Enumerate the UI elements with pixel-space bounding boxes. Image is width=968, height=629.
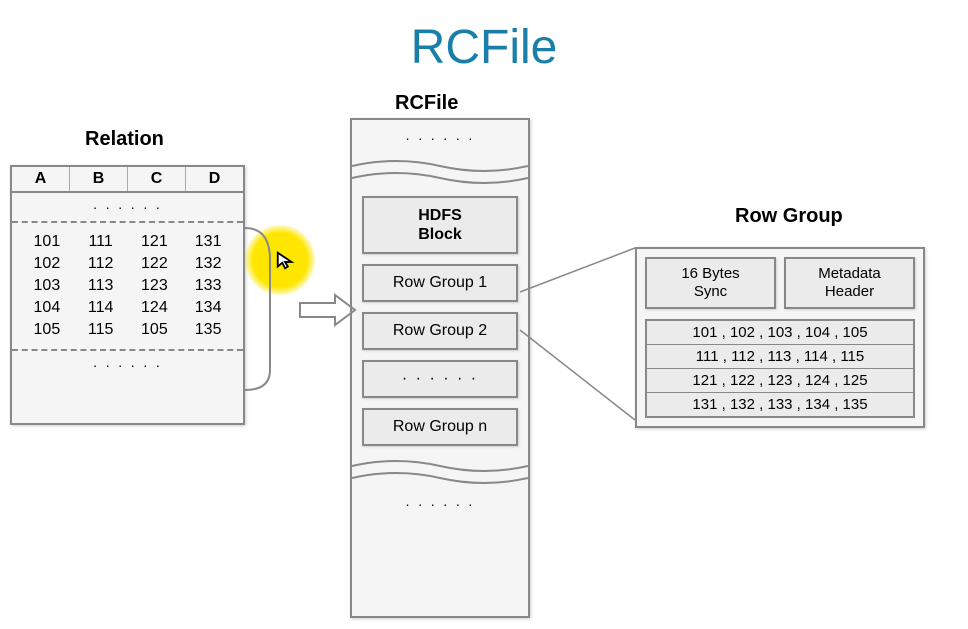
rowgroup-data-row: 111 , 112 , 113 , 114 , 115 [647,345,913,369]
page-title: RCFile [411,20,558,75]
rowgroup-data-row: 131 , 132 , 133 , 134 , 135 [647,393,913,416]
relation-header-cell: C [128,167,186,191]
sync-cell: 16 Bytes Sync [645,257,776,309]
rowgroup-box: 16 Bytes Sync Metadata Header 101 , 102 … [635,247,925,428]
wave-divider-top [352,156,528,186]
table-row: 102 112 122 132 [20,253,235,275]
rowgroup-data-row: 121 , 122 , 123 , 124 , 125 [647,369,913,393]
rowgroup-data-table: 101 , 102 , 103 , 104 , 105 111 , 112 , … [645,319,915,418]
table-row: 105 115 105 135 [20,319,235,341]
relation-dots-top: · · · · · · [12,193,243,221]
relation-box: A B C D · · · · · · 101 111 121 131 102 … [10,165,245,425]
rowgroup-data-row: 101 , 102 , 103 , 104 , 105 [647,321,913,345]
rcfile-dots-bottom: · · · · · · [352,486,528,522]
row-group-1: Row Group 1 [362,264,518,302]
table-row: 104 114 124 134 [20,297,235,319]
rcfile-box: · · · · · · HDFS Block Row Group 1 Row G… [350,118,530,618]
relation-dots-bottom: · · · · · · [12,351,243,379]
rcfile-dots-top: · · · · · · [352,120,528,156]
row-group-n: Row Group n [362,408,518,446]
relation-header-cell: B [70,167,128,191]
relation-data: 101 111 121 131 102 112 122 132 103 113 … [12,223,243,349]
table-row: 103 113 123 133 [20,275,235,297]
rcfile-content: HDFS Block Row Group 1 Row Group 2 · · ·… [352,186,528,456]
relation-header-row: A B C D [12,167,243,193]
row-group-2: Row Group 2 [362,312,518,350]
rcfile-label: RCFile [395,92,458,115]
rowgroup-label: Row Group [735,205,843,228]
table-row: 101 111 121 131 [20,231,235,253]
cursor-icon [275,250,297,278]
wave-divider-bottom [352,456,528,486]
relation-header-cell: D [186,167,243,191]
relation-label: Relation [85,128,164,151]
relation-header-cell: A [12,167,70,191]
hdfs-block-label: HDFS Block [362,196,518,254]
row-group-dots: · · · · · · [362,360,518,398]
metadata-cell: Metadata Header [784,257,915,309]
